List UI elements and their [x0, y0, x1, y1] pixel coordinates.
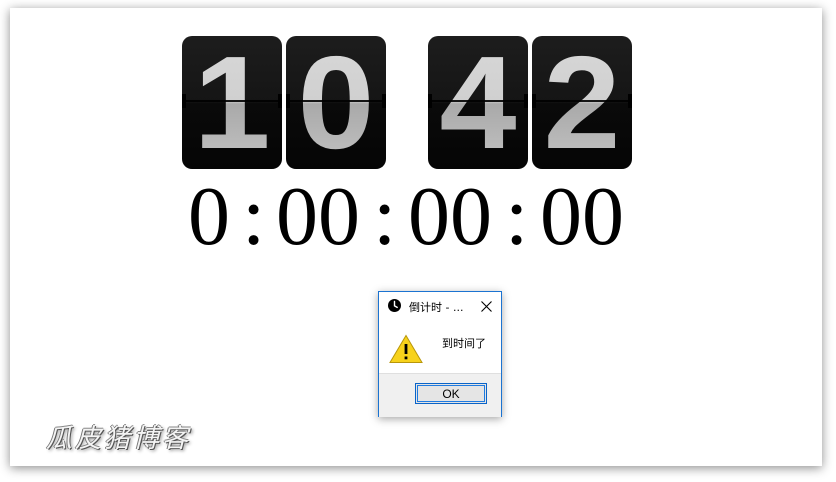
flip-seam	[532, 100, 632, 102]
dialog-footer: OK	[379, 373, 501, 417]
dialog-titlebar[interactable]: 倒计时 - ...	[379, 292, 501, 320]
flip-digit-minute-ones: 2	[532, 36, 632, 169]
dialog-body: 到时间了	[379, 320, 501, 373]
flip-seam	[428, 100, 528, 102]
dialog-title: 倒计时 - ...	[409, 301, 464, 314]
warning-icon	[389, 334, 423, 363]
countdown-separator: :	[505, 170, 529, 263]
clock-icon	[388, 299, 401, 312]
digit-glyph: 0	[286, 36, 386, 169]
flip-seam	[182, 100, 282, 102]
flip-hinge	[286, 94, 290, 108]
flip-digit-hour-tens: 1	[182, 36, 282, 169]
digit-glyph: 1	[182, 36, 282, 169]
flip-hinge	[532, 94, 536, 108]
close-button[interactable]	[475, 296, 497, 316]
flip-digit-hour-ones: 0	[286, 36, 386, 169]
flip-hinge	[278, 94, 282, 108]
countdown-separator: :	[242, 170, 266, 263]
ok-button[interactable]: OK	[415, 383, 487, 404]
flip-digit-minute-tens: 4	[428, 36, 528, 169]
countdown-separator: :	[373, 170, 397, 263]
flip-hinge	[182, 94, 186, 108]
flip-seam	[286, 100, 386, 102]
flip-clock: 1 0 4 2	[0, 0, 836, 180]
flip-hinge	[628, 94, 632, 108]
digit-glyph: 2	[532, 36, 632, 169]
countdown-hours: 0	[188, 170, 230, 263]
digit-glyph: 4	[428, 36, 528, 169]
blog-watermark: 瓜皮猪博客	[46, 424, 192, 454]
alert-dialog: 倒计时 - ... 到时间了 OK	[378, 291, 502, 417]
close-icon	[480, 300, 492, 312]
dialog-message: 到时间了	[442, 337, 486, 350]
flip-hinge	[428, 94, 432, 108]
countdown-fraction: 00	[540, 170, 624, 263]
flip-hinge	[524, 94, 528, 108]
countdown-minutes: 00	[276, 170, 360, 263]
flip-hinge	[382, 94, 386, 108]
countdown-display: 0 : 00 : 00 : 00	[0, 172, 836, 262]
countdown-seconds: 00	[408, 170, 492, 263]
